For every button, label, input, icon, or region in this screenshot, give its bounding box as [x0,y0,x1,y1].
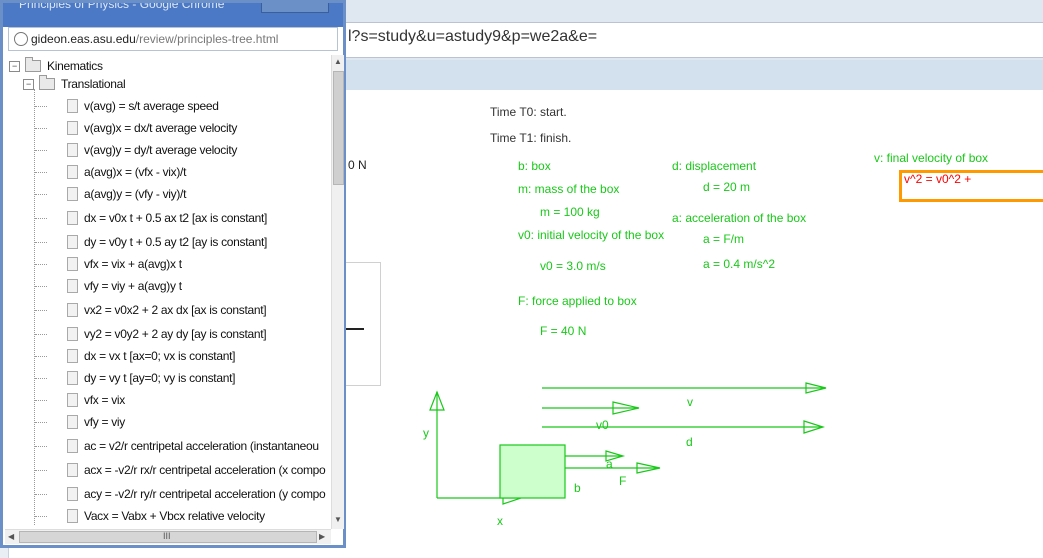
document-icon [67,303,78,317]
accel-letter: a [606,457,613,471]
box-letter: b [574,481,581,495]
v-letter: v [687,395,693,409]
tree-leaf[interactable]: vfy = viy + a(avg)y t [35,275,182,297]
tree-leaf[interactable]: v(avg) = s/t average speed [35,95,219,117]
document-icon [67,509,78,523]
document-icon [67,143,78,157]
tree-leaf[interactable]: dy = v0y t + 0.5 ay t2 [ay is constant] [35,231,267,253]
tree-leaf[interactable]: acy = -v2/r ry/r centripetal acceleratio… [35,483,326,505]
principles-popup-window[interactable]: Principles of Physics - Google Chrome gi… [0,0,346,548]
window-controls[interactable] [261,3,329,13]
tree-leaf[interactable]: vfx = vix + a(avg)x t [35,253,182,275]
collapse-toggle-icon[interactable]: − [9,60,20,72]
document-icon [67,463,78,477]
document-icon [67,415,78,429]
scroll-left-arrow-icon[interactable]: ◀ [8,532,14,541]
document-icon [67,393,78,407]
tree-leaf[interactable]: a(avg)y = (vfy - viy)/t [35,183,186,205]
document-icon [67,211,78,225]
y-axis-label: y [423,426,429,440]
tree-leaf[interactable]: v(avg)x = dx/t average velocity [35,117,237,139]
collapse-toggle-icon[interactable]: − [23,78,34,90]
tree-leaf[interactable]: vx2 = v0x2 + 2 ax dx [ax is constant] [35,299,267,321]
popup-url-path: /review/principles-tree.html [135,32,279,46]
scroll-down-arrow-icon[interactable]: ▼ [334,515,342,524]
tree-leaf[interactable]: ac = v2/r centripetal acceleration (inst… [35,435,319,457]
x-axis-label: x [497,514,503,528]
scroll-grip: III [163,531,171,541]
force-letter: F [619,474,627,488]
popup-title-bar[interactable]: Principles of Physics - Google Chrome [3,3,343,27]
tree-leaf[interactable]: vfx = vix [35,389,125,411]
popup-url[interactable]: gideon.eas.asu.edu/review/principles-tre… [31,32,278,46]
document-icon [67,327,78,341]
tree-node-translational[interactable]: − Translational [23,73,126,95]
document-icon [67,279,78,293]
document-icon [67,257,78,271]
folder-icon [25,57,41,72]
document-icon [67,487,78,501]
tree-leaf[interactable]: a(avg)x = (vfx - vix)/t [35,161,186,183]
tree-node-label: Kinematics [47,59,103,73]
tree-leaf[interactable]: acx = -v2/r rx/r centripetal acceleratio… [35,459,326,481]
document-icon [67,371,78,385]
scroll-up-arrow-icon[interactable]: ▲ [334,57,342,66]
popup-url-host: gideon.eas.asu.edu [31,32,136,46]
tree-leaf[interactable]: dy = vy t [ay=0; vy is constant] [35,367,235,389]
document-icon [67,235,78,249]
globe-icon [14,32,28,46]
popup-title-text: Principles of Physics - Google Chrome [19,3,225,11]
tree-node-label: Translational [61,77,126,91]
vertical-scroll-thumb[interactable] [333,71,344,185]
document-icon [67,439,78,453]
scroll-right-arrow-icon[interactable]: ▶ [319,532,325,541]
popup-address-bar[interactable]: gideon.eas.asu.edu/review/principles-tre… [8,27,338,51]
tree-leaf[interactable]: dx = v0x t + 0.5 ax t2 [ax is constant] [35,207,267,229]
tree-leaf[interactable]: dx = vx t [ax=0; vx is constant] [35,345,235,367]
document-icon [67,99,78,113]
box-shape [499,444,566,499]
tree-leaf[interactable]: Vacx = Vabx + Vbcx relative velocity [35,505,265,525]
document-icon [67,187,78,201]
d-letter: d [686,435,693,449]
document-icon [67,121,78,135]
tree-leaf[interactable]: vy2 = v0y2 + 2 ay dy [ay is constant] [35,323,267,345]
tree-leaf[interactable]: v(avg)y = dy/t average velocity [35,139,237,161]
document-icon [67,165,78,179]
tree-leaf[interactable]: vfy = viy [35,411,125,433]
principles-tree: − Kinematics − Translational v(avg) = s/… [9,55,327,525]
document-icon [67,349,78,363]
v0-letter: v0 [596,418,609,432]
folder-icon [39,75,55,90]
